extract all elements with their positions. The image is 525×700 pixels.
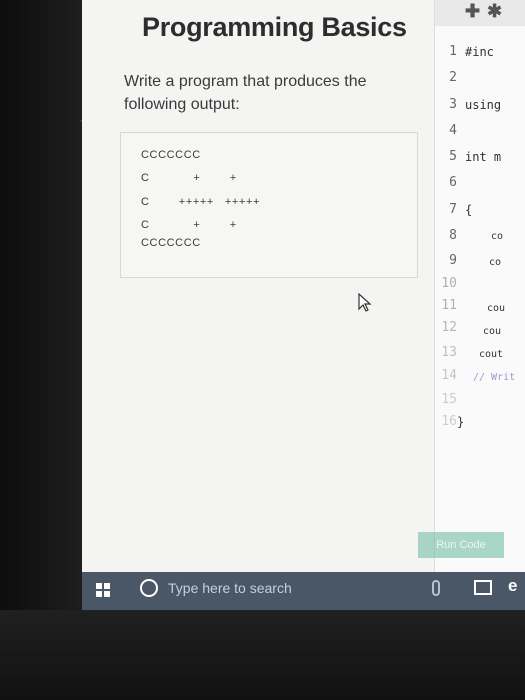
cortana-search-icon[interactable] — [140, 579, 158, 597]
taskbar-search-input[interactable]: Type here to search — [168, 580, 292, 596]
editor-toolbar: ✚ ✱ — [435, 0, 525, 26]
gear-icon[interactable]: ✱ — [487, 1, 502, 22]
expected-output-box: CCCCCCC C + + C +++++ +++++ C + + CCCCCC… — [120, 132, 418, 278]
line-number: 11 — [441, 298, 457, 313]
code-comment[interactable]: // Writ — [473, 372, 515, 383]
windows-start-icon[interactable] — [96, 583, 110, 597]
taskbar: Type here to search e — [82, 572, 525, 610]
screen: Programming Basics Write a program that … — [82, 0, 525, 610]
code-line[interactable]: } — [457, 415, 464, 429]
run-code-button[interactable]: Run Code — [418, 532, 504, 558]
code-line[interactable]: cou — [483, 326, 501, 337]
code-line[interactable]: { — [465, 203, 472, 217]
edge-icon[interactable]: e — [508, 576, 517, 596]
line-number: 7 — [449, 202, 457, 217]
task-view-icon[interactable] — [474, 580, 492, 595]
line-number: 6 — [449, 175, 457, 190]
mouse-cursor-icon — [358, 293, 372, 312]
task-prompt: Write a program that produces the follow… — [124, 73, 367, 113]
code-line[interactable]: using — [465, 98, 501, 112]
line-number: 2 — [449, 70, 457, 85]
output-line: CCCCCCC — [141, 149, 201, 161]
line-number: 10 — [441, 276, 457, 291]
instructions-panel: Programming Basics Write a program that … — [82, 0, 434, 572]
code-line[interactable]: cou — [487, 303, 505, 314]
line-number: 3 — [449, 97, 457, 112]
monitor-bezel-left — [0, 0, 82, 700]
line-number: 14 — [441, 368, 457, 383]
output-line: C +++++ +++++ — [141, 196, 260, 208]
line-number: 5 — [449, 149, 457, 164]
code-line[interactable]: cout — [479, 349, 503, 360]
line-number: 8 — [449, 228, 457, 243]
page-title: Programming Basics — [142, 12, 407, 42]
line-number: 13 — [441, 345, 457, 360]
line-number: 16 — [441, 414, 457, 429]
microphone-icon[interactable] — [432, 580, 440, 596]
code-line[interactable]: int m — [465, 150, 501, 164]
code-editor[interactable]: ✚ ✱ 1 #inc 2 3 using 4 5 int m 6 7 { 8 c… — [434, 0, 525, 572]
line-number: 15 — [441, 392, 457, 407]
output-line: C + + — [141, 219, 237, 231]
line-number: 12 — [441, 320, 457, 335]
output-line: CCCCCCC — [141, 237, 201, 249]
monitor-bezel-bottom — [0, 610, 525, 700]
code-line[interactable]: co — [491, 231, 503, 242]
line-number: 9 — [449, 253, 457, 268]
plus-icon[interactable]: ✚ — [465, 1, 480, 22]
line-number: 1 — [449, 44, 457, 59]
code-line[interactable]: co — [489, 257, 501, 268]
code-line[interactable]: #inc — [465, 45, 494, 59]
line-number: 4 — [449, 123, 457, 138]
output-line: C + + — [141, 172, 237, 184]
